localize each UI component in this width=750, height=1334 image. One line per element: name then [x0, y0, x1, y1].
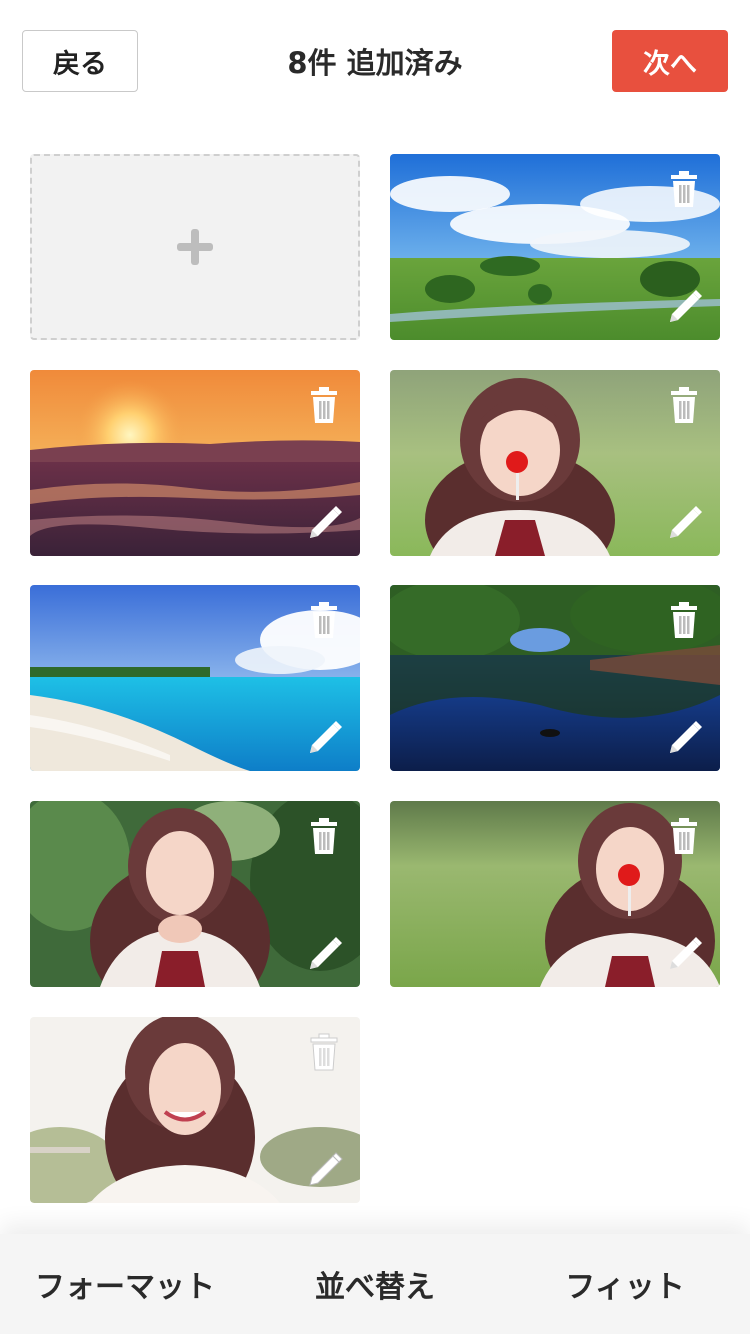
fit-button[interactable]: フィット [500, 1234, 750, 1334]
back-button[interactable]: 戻る [22, 30, 138, 92]
sort-button[interactable]: 並べ替え [250, 1234, 500, 1334]
photo-tile[interactable] [390, 801, 720, 987]
photo-tile[interactable] [30, 585, 360, 771]
pencil-icon[interactable] [306, 719, 344, 757]
trash-icon[interactable] [308, 1033, 340, 1071]
photo-tile[interactable] [390, 154, 720, 340]
pencil-icon[interactable] [306, 935, 344, 973]
bottom-toolbar: フォーマット 並べ替え フィット [0, 1234, 750, 1334]
pencil-icon[interactable] [306, 504, 344, 542]
photo-tile[interactable] [390, 370, 720, 556]
pencil-icon[interactable] [666, 504, 704, 542]
header: 戻る 8件 追加済み 次へ [0, 0, 750, 120]
pencil-icon[interactable] [306, 1151, 344, 1189]
add-photo-button[interactable] [30, 154, 360, 340]
trash-icon[interactable] [668, 170, 700, 208]
photo-grid-screen: 戻る 8件 追加済み 次へ フォーマット 並べ替え フィット [0, 0, 750, 1334]
pencil-icon[interactable] [666, 935, 704, 973]
pencil-icon[interactable] [666, 288, 704, 326]
trash-icon[interactable] [308, 817, 340, 855]
pencil-icon[interactable] [666, 719, 704, 757]
photo-tile[interactable] [30, 370, 360, 556]
trash-icon[interactable] [668, 817, 700, 855]
trash-icon[interactable] [308, 601, 340, 639]
photo-tile[interactable] [390, 585, 720, 771]
photo-tile[interactable] [30, 801, 360, 987]
plus-icon [177, 229, 213, 265]
trash-icon[interactable] [668, 386, 700, 424]
format-button[interactable]: フォーマット [0, 1234, 250, 1334]
trash-icon[interactable] [668, 601, 700, 639]
next-button[interactable]: 次へ [612, 30, 728, 92]
photo-tile[interactable] [30, 1017, 360, 1203]
trash-icon[interactable] [308, 386, 340, 424]
